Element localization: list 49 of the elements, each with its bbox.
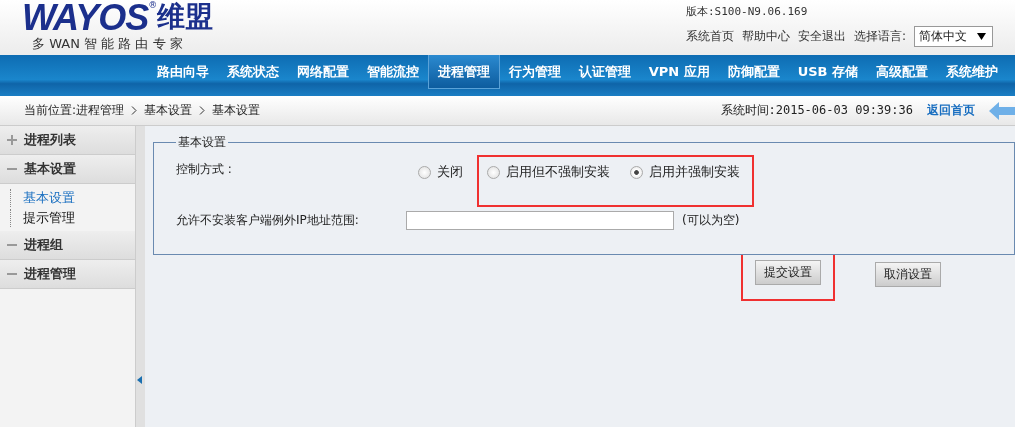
nav-tab[interactable]: 行为管理 — [499, 55, 570, 88]
sidebar-section[interactable]: 进程管理 — [0, 260, 135, 289]
breadcrumb-item: 基本设置 — [144, 102, 193, 119]
sidebar-section[interactable]: 基本设置 — [0, 155, 135, 184]
logo-chinese-name: 维盟 — [157, 0, 214, 34]
nav-tab[interactable]: 系统状态 — [217, 55, 288, 88]
logo-wordmark: WAYOS — [22, 0, 149, 36]
version-text: 版本:S100-N9.06.169 — [685, 4, 808, 19]
breadcrumb-item: 当前位置:进程管理 — [24, 102, 125, 119]
dropdown-arrow-icon — [977, 33, 986, 40]
radio-option[interactable]: 关闭 — [418, 163, 463, 181]
nav-tab[interactable]: 网络配置 — [287, 55, 358, 88]
top-link[interactable]: 帮助中心 — [741, 28, 790, 45]
toggle-icon — [6, 134, 18, 146]
chevron-icon — [131, 106, 138, 115]
system-time: 系统时间:2015-06-03 09:39:36 — [720, 102, 913, 119]
back-arrow-icon — [989, 101, 1015, 120]
logo-tagline: 多 WAN 智 能 路 由 专 家 — [31, 36, 184, 52]
sidebar-section[interactable]: 进程组 — [0, 231, 135, 260]
nav-tab[interactable]: VPN 应用 — [639, 55, 719, 88]
breadcrumb-item: 基本设置 — [212, 102, 261, 119]
field-label: 允许不安装客户端例外IP地址范围: — [176, 212, 360, 229]
nav-tab[interactable]: 高级配置 — [867, 55, 937, 88]
language-select[interactable]: 简体中文 — [914, 26, 993, 47]
nav-tab[interactable]: 进程管理 — [427, 55, 500, 89]
back-home-link[interactable]: 返回首页 — [927, 102, 975, 119]
form-button[interactable]: 提交设置 — [755, 260, 821, 285]
radio-option[interactable]: 启用并强制安装 — [630, 163, 740, 181]
nav-tab[interactable]: 路由向导 — [147, 55, 218, 88]
hint-text: (可以为空) — [682, 212, 740, 229]
radio-option[interactable]: 启用但不强制安装 — [487, 163, 610, 181]
chevron-icon — [199, 106, 206, 115]
nav-tab[interactable]: 防御配置 — [718, 55, 789, 88]
nav-tab[interactable]: 系统维护 — [937, 55, 1007, 88]
sidebar-section[interactable]: 进程列表 — [0, 126, 135, 155]
field-label: 控制方式 : — [176, 161, 233, 178]
registered-mark: ® — [148, 0, 158, 10]
top-link[interactable]: 系统首页 — [685, 28, 734, 45]
top-link[interactable]: 安全退出 — [797, 28, 846, 45]
nav-tab[interactable]: 认证管理 — [569, 55, 640, 88]
nav-tab[interactable]: 智能流控 — [357, 55, 428, 88]
form-button[interactable]: 取消设置 — [875, 262, 941, 287]
ip-range-input[interactable] — [406, 211, 674, 230]
language-label: 选择语言: — [853, 28, 906, 45]
sidebar-item[interactable]: 基本设置 — [10, 189, 135, 207]
nav-tab[interactable]: USB 存储 — [788, 55, 867, 88]
collapse-arrow-icon[interactable] — [137, 376, 142, 384]
panel-legend: 基本设置 — [176, 134, 228, 151]
sidebar-item[interactable]: 提示管理 — [10, 209, 135, 227]
